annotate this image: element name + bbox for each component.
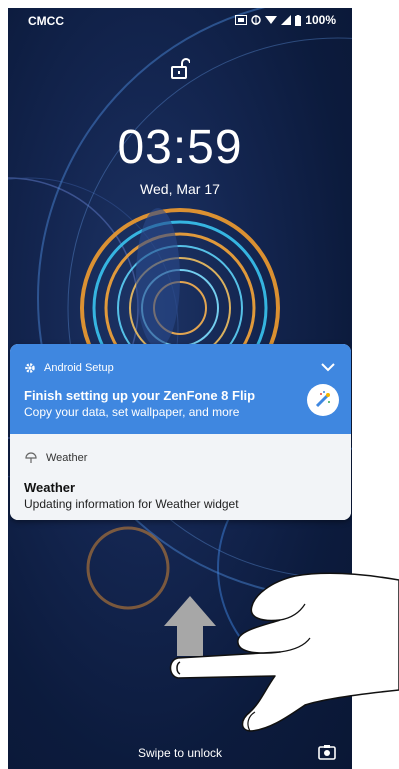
- swipe-gesture-illustration: [164, 572, 399, 732]
- swipe-up-arrow-icon: [164, 596, 216, 656]
